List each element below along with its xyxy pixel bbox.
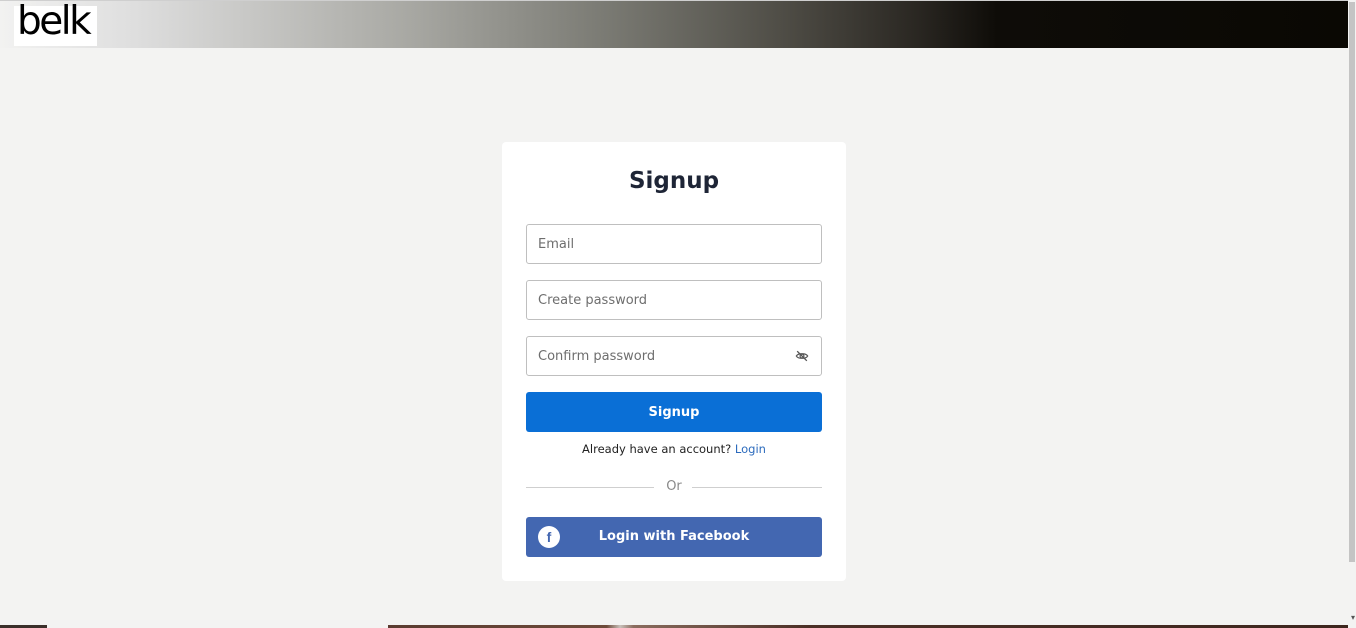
divider-right [692,487,822,488]
page-title: Signup [628,168,720,194]
email-field-wrapper [526,224,822,264]
signup-card: Signup Signup Already have an account? L… [502,142,846,581]
page-scrollbar[interactable]: ▾ [1348,0,1356,628]
login-link[interactable]: Login [735,442,766,456]
confirm-password-field[interactable] [538,337,788,375]
email-field[interactable] [538,225,788,263]
belk-logo[interactable]: belk [14,0,97,46]
facebook-login-button[interactable]: f Login with Facebook [526,517,822,557]
scrollbar-thumb[interactable] [1349,2,1355,562]
create-password-field-wrapper [526,280,822,320]
facebook-button-label: Login with Facebook [598,529,750,544]
already-have-account-text: Already have an account? [582,442,732,456]
scroll-down-arrow-icon[interactable]: ▾ [1351,614,1355,622]
signup-button[interactable]: Signup [526,392,822,432]
confirm-password-field-wrapper [526,336,822,376]
create-password-field[interactable] [538,281,788,319]
top-header: belk [0,0,1348,48]
logo-text: belk [17,0,92,44]
login-prompt: Already have an account? Login [502,442,846,456]
eye-off-icon[interactable] [795,349,809,363]
